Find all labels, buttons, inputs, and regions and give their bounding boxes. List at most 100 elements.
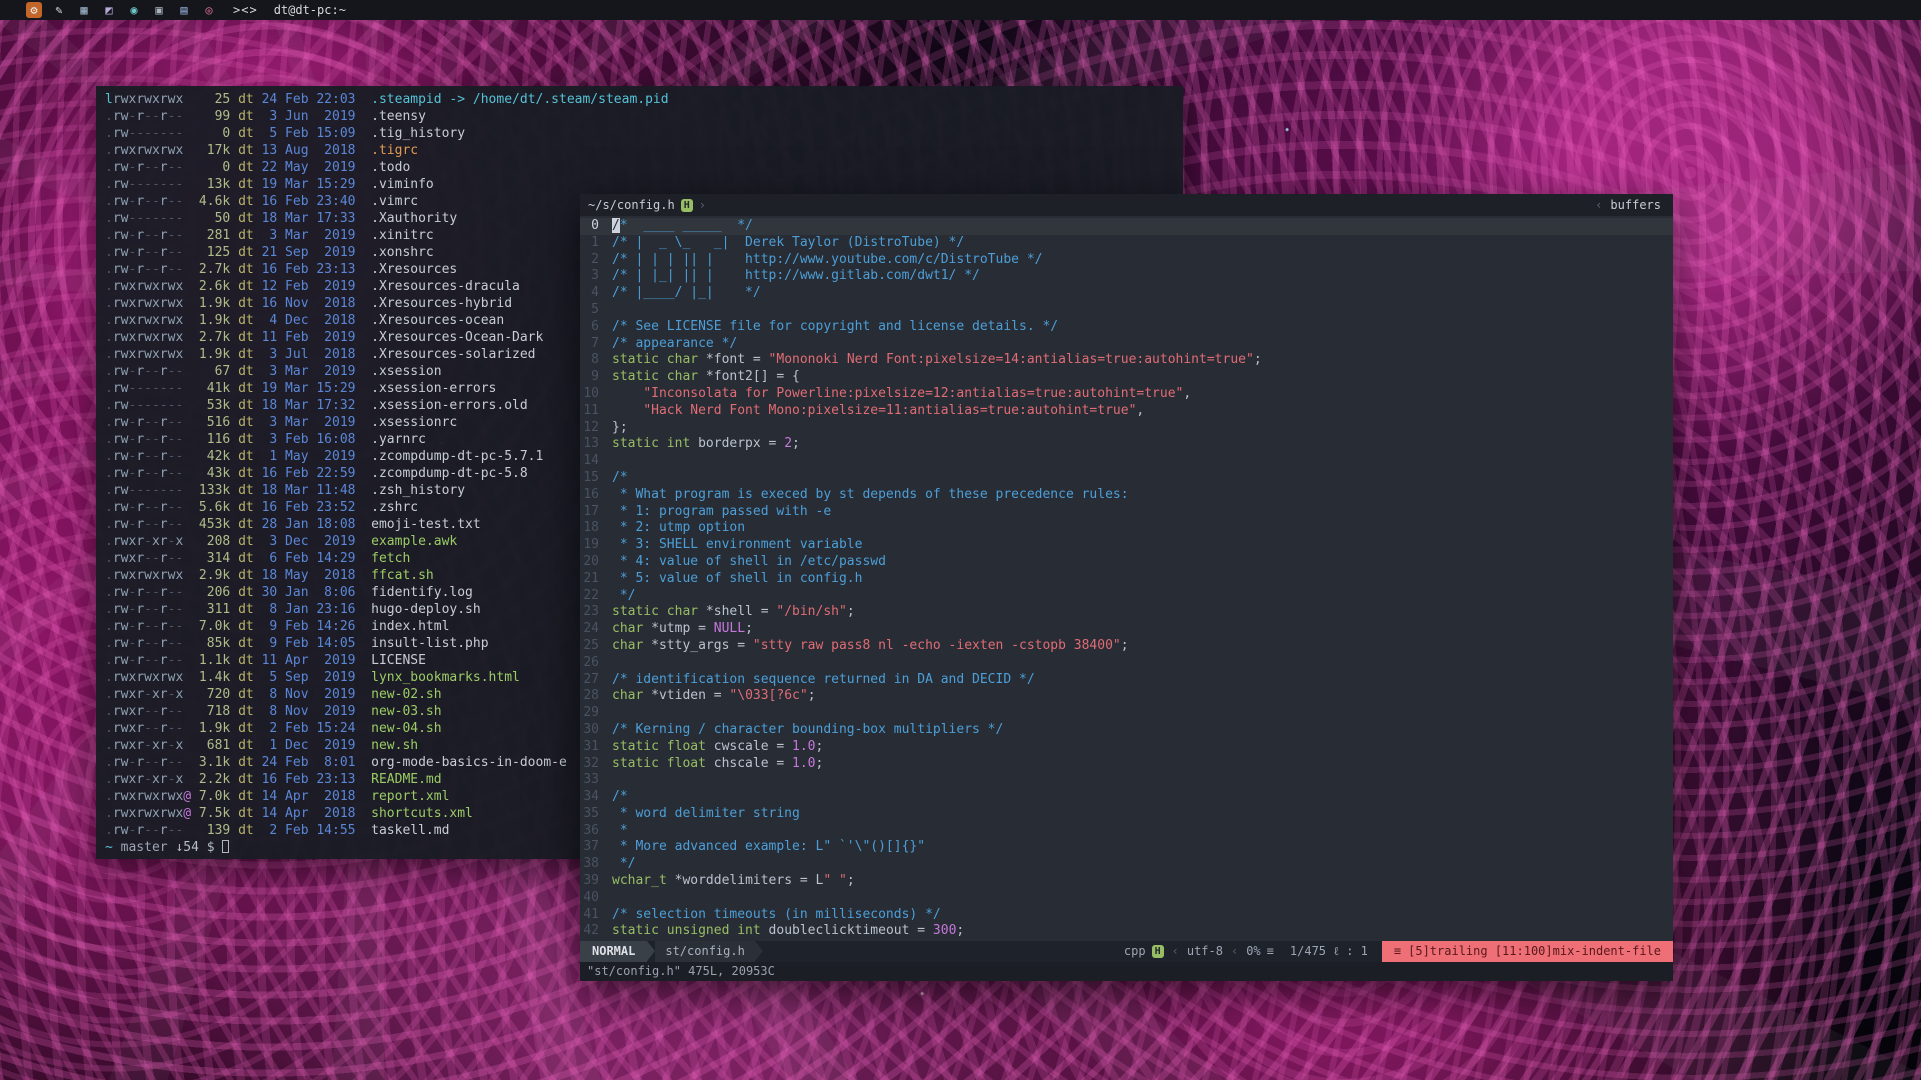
line-number: 1: [580, 235, 612, 252]
code-line: 30/* Kerning / character bounding-box mu…: [580, 722, 1673, 739]
editor-window[interactable]: ~/s/config.h H › ‹ buffers 0/* ____ ____…: [580, 194, 1673, 981]
line-number: 10: [580, 386, 612, 403]
code-line: 9static char *font2[] = {: [580, 369, 1673, 386]
settings-icon[interactable]: ⚙: [26, 2, 42, 18]
line-number: 35: [580, 806, 612, 823]
line-number: 8: [580, 352, 612, 369]
lines-icon: ≡: [1267, 941, 1274, 962]
chevron-left-icon: ‹: [1231, 941, 1238, 962]
line-number: 4: [580, 285, 612, 302]
line-number: 18: [580, 520, 612, 537]
line-number: 30: [580, 722, 612, 739]
line-number: 12: [580, 420, 612, 437]
shell-indicator: ><>: [233, 3, 258, 17]
code-line: 12};: [580, 420, 1673, 437]
statusline-spacer: [763, 941, 1116, 962]
code-line: 14: [580, 453, 1673, 470]
line-number: 27: [580, 672, 612, 689]
statusline: NORMAL st/config.h cpp H ‹ utf-8 ‹ 0% ≡ …: [580, 941, 1673, 962]
edit-icon[interactable]: ✎: [51, 2, 67, 18]
code-line: 41/* selection timeouts (in milliseconds…: [580, 907, 1673, 924]
code-line: 32static float chscale = 1.0;: [580, 756, 1673, 773]
line-number: 6: [580, 319, 612, 336]
line-number: 15: [580, 470, 612, 487]
line-number: 22: [580, 588, 612, 605]
lint-warnings: ≡ [5]trailing [11:100]mix-indent-file: [1382, 941, 1673, 962]
code-line: 3/* | |_| || | http://www.gitlab.com/dwt…: [580, 268, 1673, 285]
line-number: 39: [580, 873, 612, 890]
line-number: 19: [580, 537, 612, 554]
code-line: 34/*: [580, 789, 1673, 806]
line-number: 40: [580, 890, 612, 907]
vim-mode: NORMAL: [580, 941, 647, 962]
lint-warnings-text: [5]trailing [11:100]mix-indent-file: [1408, 941, 1661, 962]
line-number: 31: [580, 739, 612, 756]
percent-label: 0%: [1246, 941, 1260, 962]
code-line: 5: [580, 302, 1673, 319]
line-number: 23: [580, 604, 612, 621]
code-line: 37 * More advanced example: L" `'\"()[]{…: [580, 839, 1673, 856]
palette-icon[interactable]: ◩: [101, 2, 117, 18]
code-line: 1/* | _ \_ _| Derek Taylor (DistroTube) …: [580, 235, 1673, 252]
line-number: 32: [580, 756, 612, 773]
code-line: 22 */: [580, 588, 1673, 605]
line-number: 2: [580, 252, 612, 269]
status-scroll-percent: 0% ≡: [1238, 941, 1282, 962]
topbar-icon-group: ⚙ ✎ ▦ ◩ ◉ ▣ ▤ ◎: [26, 2, 217, 18]
code-line: 21 * 5: value of shell in config.h: [580, 571, 1673, 588]
code-area[interactable]: 0/* ____ _____ */1/* | _ \_ _| Derek Tay…: [580, 216, 1673, 941]
file-row: .rwxrwxrwx 17k dt 13 Aug 2018 .tigrc: [105, 142, 1183, 159]
code-line: 27/* identification sequence returned in…: [580, 672, 1673, 689]
topbar: ⚙✎▦◩◉▣▤◎ ><> dt@dt-pc:~: [0, 0, 1921, 20]
display-icon[interactable]: ▣: [151, 2, 167, 18]
line-number: 33: [580, 772, 612, 789]
status-cursor-position: 1/475 ℓ : 1: [1282, 941, 1376, 962]
line-number: 16: [580, 487, 612, 504]
filetype-badge-icon: H: [1152, 945, 1164, 958]
buffers-tab[interactable]: ‹ buffers: [1595, 194, 1673, 216]
buffers-label: buffers: [1610, 198, 1661, 212]
code-line: 15/*: [580, 470, 1673, 487]
code-line: 6/* See LICENSE file for copyright and l…: [580, 319, 1673, 336]
line-number: 11: [580, 403, 612, 420]
code-line: 26: [580, 655, 1673, 672]
code-line: 18 * 2: utmp option: [580, 520, 1673, 537]
image-icon[interactable]: ▦: [76, 2, 92, 18]
filetype-label: cpp: [1124, 941, 1146, 962]
line-number: 17: [580, 504, 612, 521]
code-line: 8static char *font = "Mononoki Nerd Font…: [580, 352, 1673, 369]
code-line: 4/* |____/ |_| */: [580, 285, 1673, 302]
file-row: .rw-r--r-- 99 dt 3 Jun 2019 .teensy: [105, 108, 1183, 125]
editor-titlebar: ~/s/config.h H › ‹ buffers: [580, 194, 1673, 216]
status-encoding: utf-8: [1179, 941, 1231, 962]
code-line: 11 "Hack Nerd Font Mono:pixelsize=11:ant…: [580, 403, 1673, 420]
code-line: 29: [580, 705, 1673, 722]
chevron-left-icon: ‹: [1172, 941, 1179, 962]
code-line: 31static float cwscale = 1.0;: [580, 739, 1673, 756]
code-line: 16 * What program is execed by st depend…: [580, 487, 1673, 504]
line-number: 0: [580, 218, 612, 235]
record-icon[interactable]: ◎: [201, 2, 217, 18]
buffer-tab[interactable]: ~/s/config.h H ›: [580, 194, 710, 216]
code-line: 0/* ____ _____ */: [580, 218, 1673, 235]
code-line: 38 */: [580, 856, 1673, 873]
command-line: "st/config.h" 475L, 20953C: [580, 962, 1673, 981]
line-number: 36: [580, 823, 612, 840]
line-number: 38: [580, 856, 612, 873]
file-row: .rw------- 13k dt 19 Mar 15:29 .viminfo: [105, 176, 1183, 193]
camera-icon[interactable]: ◉: [126, 2, 142, 18]
editor-cursor: /: [612, 218, 620, 233]
lines-icon: ≡: [1394, 941, 1401, 962]
line-number: 26: [580, 655, 612, 672]
files-icon[interactable]: ▤: [176, 2, 192, 18]
code-line: 17 * 1: program passed with -e: [580, 504, 1673, 521]
code-line: 13static int borderpx = 2;: [580, 436, 1673, 453]
code-line: 20 * 4: value of shell in /etc/passwd: [580, 554, 1673, 571]
code-line: 25char *stty_args = "stty raw pass8 nl -…: [580, 638, 1673, 655]
code-line: 19 * 3: SHELL environment variable: [580, 537, 1673, 554]
file-row: .rw-r--r-- 0 dt 22 May 2019 .todo: [105, 159, 1183, 176]
code-line: 23static char *shell = "/bin/sh";: [580, 604, 1673, 621]
buffer-tab-title: ~/s/config.h: [588, 198, 675, 212]
line-number: 14: [580, 453, 612, 470]
code-line: 24char *utmp = NULL;: [580, 621, 1673, 638]
